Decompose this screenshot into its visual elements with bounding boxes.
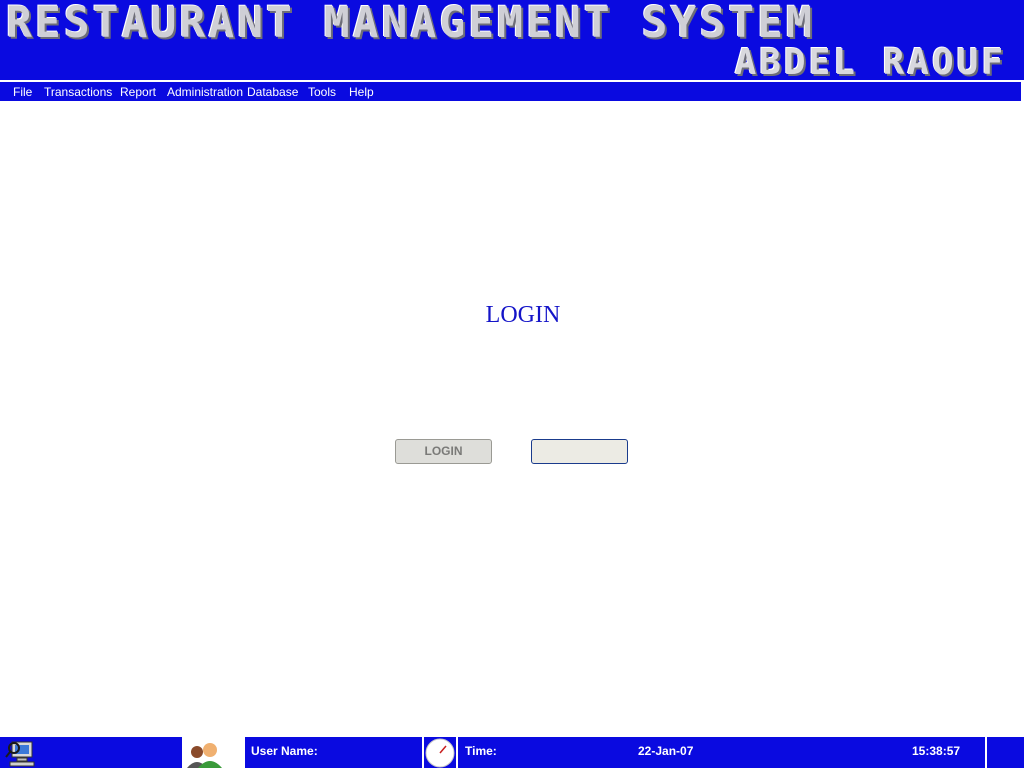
clock-icon [424, 737, 456, 768]
menu-help[interactable]: Help [349, 85, 374, 99]
app-title: RESTAURANT MANAGEMENT SYSTEM [6, 0, 815, 48]
second-button[interactable] [531, 439, 628, 464]
menu-tools[interactable]: Tools [308, 85, 336, 99]
menu-report[interactable]: Report [120, 85, 156, 99]
status-divider [456, 737, 458, 768]
app-author: ABDEL RAOUF [734, 42, 1006, 83]
status-divider [985, 737, 987, 768]
time-label: Time: [465, 744, 497, 758]
users-icon [184, 737, 244, 768]
status-divider [243, 737, 245, 768]
login-button[interactable]: LOGIN [395, 439, 492, 464]
menu-database[interactable]: Database [247, 85, 298, 99]
user-name-label: User Name: [251, 744, 318, 758]
menu-administration[interactable]: Administration [167, 85, 243, 99]
computer-search-icon[interactable] [5, 739, 39, 767]
menu-transactions[interactable]: Transactions [44, 85, 112, 99]
date-value: 22-Jan-07 [638, 744, 694, 758]
menu-file[interactable]: File [13, 85, 32, 99]
login-heading: LOGIN [485, 302, 561, 328]
status-bar: User Name: Time: 22-Jan-07 15:38:57 [0, 737, 1024, 768]
clock-value: 15:38:57 [912, 744, 961, 758]
menu-bar: File Transactions Report Administration … [0, 81, 1022, 102]
title-banner: RESTAURANT MANAGEMENT SYSTEM ABDEL RAOUF [0, 0, 1024, 83]
